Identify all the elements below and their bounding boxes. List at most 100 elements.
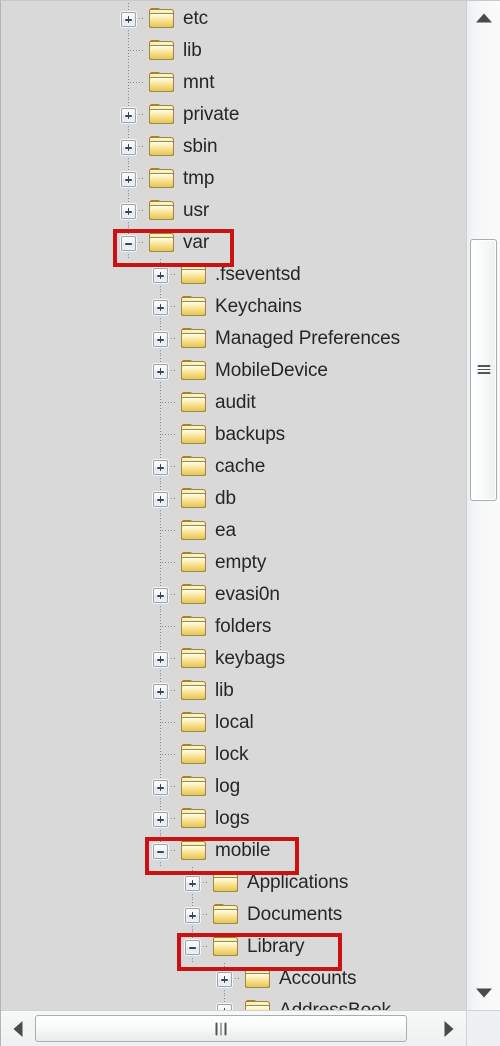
folder-icon	[181, 328, 206, 349]
expand-icon[interactable]	[153, 780, 168, 795]
folder-label: audit	[215, 392, 256, 413]
tree-row[interactable]: .fseventsd	[1, 259, 466, 291]
expand-icon[interactable]	[185, 908, 200, 923]
triangle-right-icon	[444, 1020, 454, 1037]
horizontal-scrollbar-thumb[interactable]	[35, 1015, 407, 1042]
folder-label: Applications	[247, 872, 349, 893]
expand-icon[interactable]	[121, 108, 136, 123]
tree-row[interactable]: Keychains	[1, 291, 466, 323]
collapse-icon[interactable]	[121, 236, 136, 251]
folder-label: lib	[215, 680, 234, 701]
scroll-down-button[interactable]	[467, 976, 500, 1010]
tree-row[interactable]: ea	[1, 515, 466, 547]
tree-row[interactable]: empty	[1, 547, 466, 579]
tree-guide-line	[160, 707, 161, 739]
folder-icon	[149, 104, 174, 125]
expand-icon[interactable]	[153, 268, 168, 283]
folder-label: folders	[215, 616, 272, 637]
tree-row[interactable]: MobileDevice	[1, 355, 466, 387]
vertical-scrollbar[interactable]	[466, 1, 500, 1010]
folder-label: cache	[215, 456, 266, 477]
folder-label: sbin	[183, 136, 218, 157]
tree-row[interactable]: private	[1, 99, 466, 131]
folder-label: logs	[215, 808, 250, 829]
tree-row[interactable]: lock	[1, 739, 466, 771]
tree-row[interactable]: Library	[1, 931, 466, 963]
expand-icon[interactable]	[121, 172, 136, 187]
tree-row[interactable]: cache	[1, 451, 466, 483]
tree-row[interactable]: mobile	[1, 835, 466, 867]
tree-row[interactable]: mnt	[1, 67, 466, 99]
tree-row[interactable]: etc	[1, 3, 466, 35]
folder-icon	[181, 744, 206, 765]
folder-icon	[149, 200, 174, 221]
expand-icon[interactable]	[121, 140, 136, 155]
folder-label: keybags	[215, 648, 286, 669]
tree-row[interactable]: usr	[1, 195, 466, 227]
tree-row[interactable]: folders	[1, 611, 466, 643]
tree-row[interactable]: log	[1, 771, 466, 803]
tree-row[interactable]: evasi0n	[1, 579, 466, 611]
tree-row[interactable]: AddressBook	[1, 995, 466, 1010]
tree-row[interactable]: backups	[1, 419, 466, 451]
expand-icon[interactable]	[153, 492, 168, 507]
tree-row[interactable]: sbin	[1, 131, 466, 163]
folder-label: ea	[215, 520, 236, 541]
expand-icon[interactable]	[153, 332, 168, 347]
folder-label: backups	[215, 424, 286, 445]
expand-icon[interactable]	[217, 972, 232, 987]
scrollbar-grip	[215, 1022, 227, 1035]
folder-icon	[213, 936, 238, 957]
expand-icon[interactable]	[153, 812, 168, 827]
expand-icon[interactable]	[153, 300, 168, 315]
expand-icon[interactable]	[153, 652, 168, 667]
scroll-up-button[interactable]	[467, 1, 500, 35]
folder-icon	[181, 808, 206, 829]
folder-label: db	[215, 488, 236, 509]
tree-guide-line	[128, 35, 129, 67]
folder-icon	[181, 680, 206, 701]
collapse-icon[interactable]	[185, 940, 200, 955]
folder-icon	[213, 872, 238, 893]
tree-row[interactable]: Accounts	[1, 963, 466, 995]
tree-row[interactable]: Applications	[1, 867, 466, 899]
tree-row[interactable]: tmp	[1, 163, 466, 195]
folder-label: tmp	[183, 168, 215, 189]
folder-icon	[181, 776, 206, 797]
tree-row[interactable]: var	[1, 227, 466, 259]
folder-icon	[181, 296, 206, 317]
folder-label: lib	[183, 40, 202, 61]
expand-icon[interactable]	[121, 12, 136, 27]
tree-row[interactable]: Managed Preferences	[1, 323, 466, 355]
tree-row[interactable]: db	[1, 483, 466, 515]
vertical-scrollbar-thumb[interactable]	[470, 239, 497, 501]
tree-row[interactable]: audit	[1, 387, 466, 419]
scroll-left-button[interactable]	[1, 1011, 35, 1046]
tree-row[interactable]: logs	[1, 803, 466, 835]
collapse-icon[interactable]	[153, 844, 168, 859]
tree-elbow	[162, 530, 175, 531]
expand-icon[interactable]	[185, 876, 200, 891]
expand-icon[interactable]	[153, 364, 168, 379]
tree-row[interactable]: lib	[1, 35, 466, 67]
tree-row[interactable]: lib	[1, 675, 466, 707]
scroll-right-button[interactable]	[432, 1011, 466, 1046]
expand-icon[interactable]	[153, 588, 168, 603]
tree-row[interactable]: Documents	[1, 899, 466, 931]
folder-icon	[181, 360, 206, 381]
folder-label: Documents	[247, 904, 343, 925]
scrollbar-grip	[477, 365, 490, 375]
tree-row[interactable]: keybags	[1, 643, 466, 675]
tree-row[interactable]: local	[1, 707, 466, 739]
folder-label: AddressBook	[279, 998, 391, 1010]
tree-guide-line	[160, 515, 161, 547]
tree-viewport[interactable]: etc lib mnt private sbin tmp usr var .fseventsd K…	[1, 1, 466, 1010]
folder-icon	[149, 72, 174, 93]
folder-label: evasi0n	[215, 584, 280, 605]
expand-icon[interactable]	[153, 460, 168, 475]
horizontal-scrollbar[interactable]	[1, 1010, 466, 1046]
expand-icon[interactable]	[153, 684, 168, 699]
expand-icon[interactable]	[121, 204, 136, 219]
tree-elbow	[162, 754, 175, 755]
tree-elbow	[162, 562, 175, 563]
